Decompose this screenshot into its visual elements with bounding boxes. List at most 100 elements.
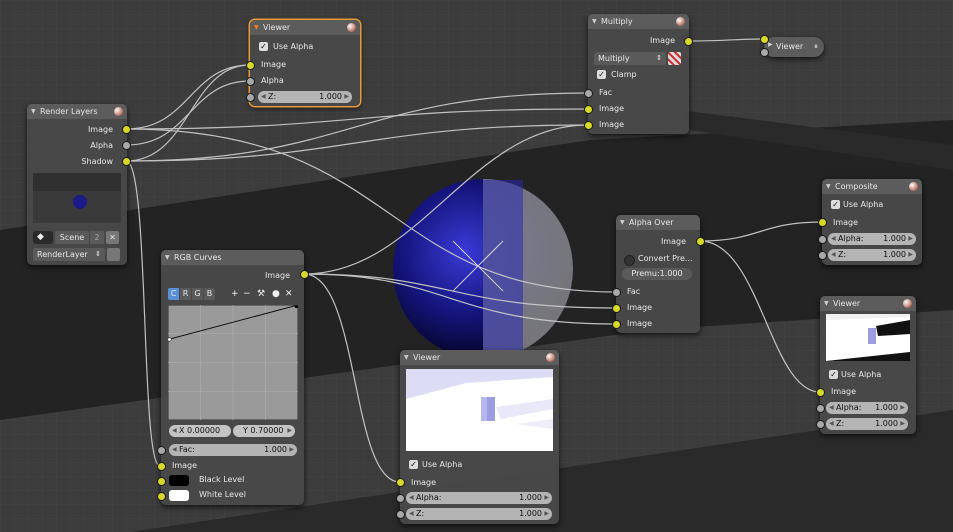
- rgb-curves-output-socket[interactable]: [300, 270, 309, 279]
- viewer-bottom-z-socket[interactable]: [396, 510, 405, 519]
- scene-type-button[interactable]: ◆: [33, 231, 53, 244]
- render-layer-select[interactable]: RenderLayer ⇕: [33, 248, 105, 261]
- channel-c-button[interactable]: C: [168, 288, 179, 300]
- triangle-icon[interactable]: ▼: [826, 179, 831, 194]
- sphere-preview-icon[interactable]: [676, 17, 685, 26]
- alpha-over-image1-socket[interactable]: [612, 304, 621, 313]
- triangle-icon[interactable]: ▼: [404, 350, 409, 365]
- node-header[interactable]: ▼ Viewer: [400, 350, 559, 365]
- use-alpha-toggle[interactable]: [668, 52, 681, 65]
- sphere-preview-icon[interactable]: [546, 353, 555, 362]
- node-header[interactable]: ▼ Multiply: [588, 14, 689, 29]
- node-header[interactable]: ▼ Viewer: [820, 296, 916, 311]
- rgb-curves-black-socket[interactable]: [157, 477, 166, 486]
- viewer-right-node[interactable]: ▼ Viewer ✓ Use Alpha Image ◀ Alpha: 1.00…: [820, 296, 916, 434]
- render-image-socket[interactable]: [122, 125, 131, 134]
- viewer-right-image-socket[interactable]: [816, 388, 825, 397]
- viewer-bottom-image-socket[interactable]: [396, 478, 405, 487]
- sphere-preview-icon[interactable]: [903, 299, 912, 308]
- sphere-preview-icon[interactable]: [347, 23, 356, 32]
- blend-mode-select[interactable]: Multiply ⇕: [594, 52, 666, 65]
- multiply-node[interactable]: ▼ Multiply Image Multiply ⇕ ✓ Clamp Fac …: [588, 14, 689, 134]
- rgb-curves-white-socket[interactable]: [157, 492, 166, 501]
- viewer-collapsed-node[interactable]: ▶ Viewer ⏸: [764, 37, 824, 57]
- z-field[interactable]: ◀ Z: 1.000 ▶: [406, 508, 552, 520]
- triangle-icon[interactable]: ▼: [824, 296, 829, 311]
- channel-b-button[interactable]: B: [204, 288, 215, 300]
- channel-r-button[interactable]: R: [180, 288, 191, 300]
- curve-graph[interactable]: [168, 305, 298, 420]
- use-alpha-checkbox[interactable]: ✓: [829, 370, 838, 379]
- multiply-output-socket[interactable]: [684, 37, 693, 46]
- use-alpha-checkbox[interactable]: ✓: [259, 42, 268, 51]
- composite-image-socket[interactable]: [818, 218, 827, 227]
- viewer-collapsed-image-socket[interactable]: [760, 35, 769, 44]
- triangle-icon[interactable]: ▼: [620, 215, 625, 230]
- rgb-curves-node[interactable]: ▼ RGB Curves Image C R G B + − ⚒ ● ✕ ◀ X…: [161, 250, 304, 505]
- viewer-top-alpha-socket[interactable]: [246, 77, 255, 86]
- scene-unlink-button[interactable]: ✕: [106, 231, 119, 244]
- multiply-image2-socket[interactable]: [584, 121, 593, 130]
- triangle-icon[interactable]: ▼: [31, 104, 36, 119]
- use-alpha-checkbox[interactable]: ✓: [831, 200, 840, 209]
- fac-field[interactable]: ◀ Fac: 1.000 ▶: [169, 444, 297, 456]
- rgb-curves-image-socket[interactable]: [157, 462, 166, 471]
- viewer-right-z-socket[interactable]: [816, 420, 825, 429]
- composite-node[interactable]: ▼ Composite ✓ Use Alpha Image ◀ Alpha: 1…: [822, 179, 922, 265]
- rgb-curves-fac-socket[interactable]: [157, 446, 166, 455]
- use-alpha-checkbox[interactable]: ✓: [409, 460, 418, 469]
- channel-g-button[interactable]: G: [192, 288, 203, 300]
- viewer-top-z-socket[interactable]: [246, 93, 255, 102]
- z-field[interactable]: ◀ Z: 1.000 ▶: [826, 418, 908, 430]
- multiply-fac-socket[interactable]: [584, 89, 593, 98]
- triangle-icon[interactable]: ▶: [768, 41, 773, 48]
- scene-users-count[interactable]: 2: [90, 231, 104, 244]
- dot-icon[interactable]: ●: [272, 288, 280, 300]
- node-header[interactable]: ▼ Alpha Over: [616, 215, 700, 230]
- alpha-field[interactable]: ◀ Alpha: 1.000 ▶: [826, 402, 908, 414]
- render-layer-button[interactable]: [107, 248, 120, 261]
- pause-icon[interactable]: ⏸: [814, 41, 818, 53]
- z-field[interactable]: ◀ Z: 1.000 ▶: [258, 91, 352, 103]
- alpha-over-image2-socket[interactable]: [612, 320, 621, 329]
- close-icon[interactable]: ✕: [285, 288, 293, 300]
- viewer-top-image-socket[interactable]: [246, 61, 255, 70]
- alpha-over-fac-socket[interactable]: [612, 288, 621, 297]
- scene-field[interactable]: Scene: [55, 231, 89, 244]
- minus-icon[interactable]: −: [243, 288, 251, 300]
- node-header[interactable]: ▼ Composite: [822, 179, 922, 194]
- viewer-collapsed-alpha-socket[interactable]: [760, 48, 769, 57]
- viewer-right-alpha-socket[interactable]: [816, 404, 825, 413]
- clamp-checkbox[interactable]: ✓: [597, 70, 606, 79]
- render-layers-node[interactable]: ▼ Render Layers Image Alpha Shadow ◆ Sce…: [27, 104, 127, 265]
- triangle-icon[interactable]: ▼: [254, 20, 259, 35]
- white-level-swatch[interactable]: [169, 490, 189, 501]
- viewer-top-node[interactable]: ▼ Viewer ✓ Use Alpha Image Alpha ◀ Z: 1.…: [250, 20, 360, 106]
- alpha-field[interactable]: ◀ Alpha: 1.000 ▶: [828, 233, 916, 245]
- node-header[interactable]: ▼ RGB Curves: [161, 250, 304, 265]
- composite-alpha-socket[interactable]: [818, 235, 827, 244]
- alpha-field[interactable]: ◀ Alpha: 1.000 ▶: [406, 492, 552, 504]
- premul-field[interactable]: Premu:1.000: [622, 268, 692, 280]
- black-level-swatch[interactable]: [169, 475, 189, 486]
- sphere-preview-icon[interactable]: [909, 182, 918, 191]
- sphere-preview-icon[interactable]: [114, 107, 123, 116]
- multiply-image1-socket[interactable]: [584, 105, 593, 114]
- render-shadow-socket[interactable]: [122, 157, 131, 166]
- triangle-icon[interactable]: ▼: [165, 250, 170, 265]
- wrench-icon[interactable]: ⚒: [257, 288, 265, 300]
- z-field[interactable]: ◀ Z: 1.000 ▶: [828, 249, 916, 261]
- composite-z-socket[interactable]: [818, 251, 827, 260]
- node-header[interactable]: ▼ Render Layers: [27, 104, 127, 119]
- viewer-bottom-alpha-socket[interactable]: [396, 494, 405, 503]
- plus-icon[interactable]: +: [231, 288, 239, 300]
- alpha-over-node[interactable]: ▼ Alpha Over Image Convert Pre... Premu:…: [616, 215, 700, 333]
- viewer-bottom-node[interactable]: ▼ Viewer ✓ Use Alpha Image ◀ Alpha: 1.00…: [400, 350, 559, 524]
- node-header[interactable]: ▼ Viewer: [250, 20, 360, 35]
- curve-y-field[interactable]: Y 0.70000 ▶: [233, 425, 295, 437]
- triangle-icon[interactable]: ▼: [592, 14, 597, 29]
- convert-premul-checkbox[interactable]: [624, 255, 635, 266]
- alpha-over-output-socket[interactable]: [696, 237, 705, 246]
- render-alpha-socket[interactable]: [122, 141, 131, 150]
- curve-x-field[interactable]: ◀ X 0.00000: [169, 425, 231, 437]
